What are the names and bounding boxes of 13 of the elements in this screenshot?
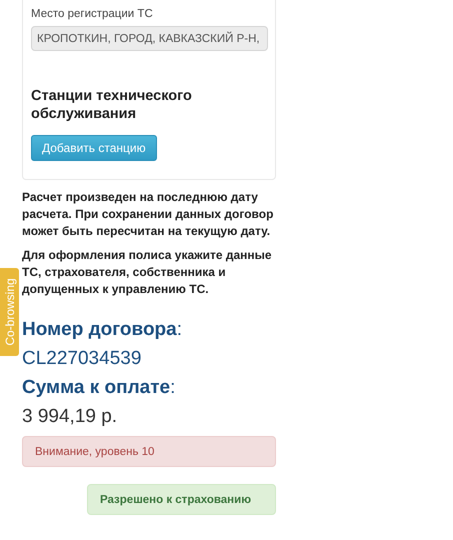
contract-number: CL227034539 [22, 347, 142, 371]
section-heading: Станции технического обслуживания [31, 87, 193, 123]
info-paragraph: Для оформления полиса укажите данные ТС, страхователя, собственника и допущенных к управлению ТС. [22, 247, 273, 298]
amount-value: 3 994,19 р. [22, 405, 118, 429]
registration-field[interactable]: КРОПОТКИН, ГОРОД, КАВКАЗСКИЙ Р-Н, [31, 26, 268, 51]
info-paragraph: Расчет произведен на последнюю дату расчета. При сохранении данных договор может быть пересчитан на текущую дату. [22, 189, 274, 240]
add-station-button[interactable]: Добавить станцию [31, 135, 157, 161]
amount-label: Сумма к оплате: [22, 376, 176, 400]
co-browsing-tab[interactable]: Co-browsing [0, 268, 19, 356]
contract-number-label: Номер договора: [22, 318, 184, 342]
field-label: Место регистрации ТС [31, 8, 154, 20]
warning-alert: Внимание, уровень 10 [22, 436, 276, 467]
success-alert: Разрешено к страхованию [87, 484, 276, 515]
